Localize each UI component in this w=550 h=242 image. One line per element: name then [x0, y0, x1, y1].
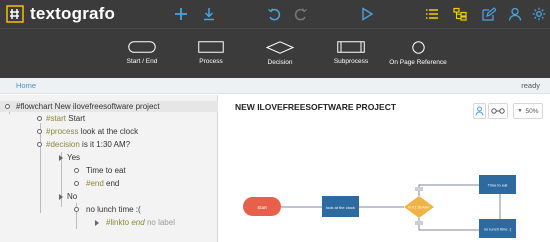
- list-icon[interactable]: [423, 5, 441, 23]
- process-tag: #process: [46, 127, 79, 136]
- app-name: textografo: [30, 4, 116, 23]
- user-icon[interactable]: [506, 5, 524, 23]
- expand-triangle-icon[interactable]: [59, 194, 63, 200]
- end-tag: #end: [86, 179, 104, 188]
- start-end-shape-button[interactable]: Start / End: [118, 29, 166, 79]
- bullet-icon[interactable]: [74, 207, 79, 212]
- editor-line-5[interactable]: Yes: [67, 153, 80, 162]
- settings-icon[interactable]: [530, 5, 548, 23]
- reference-circle-icon: [411, 41, 425, 54]
- editor-line-1[interactable]: #flowchart New ilovefreesoftware project: [16, 102, 160, 111]
- linkto-target: end: [131, 218, 145, 227]
- connector-line: [418, 184, 479, 196]
- decision-text: is it 1:30 AM?: [82, 140, 131, 149]
- guide-line: [40, 123, 41, 213]
- on-page-reference-shape-button[interactable]: On Page Reference: [386, 29, 450, 79]
- breadcrumb-home-link[interactable]: Home: [16, 81, 36, 90]
- editor-line-8[interactable]: No: [67, 192, 77, 201]
- redo-icon[interactable]: [292, 5, 310, 23]
- shape-label: Process: [199, 58, 223, 65]
- decision-tag: #decision: [46, 140, 80, 149]
- end-text: end: [106, 179, 120, 188]
- decision-node-label: is it 1:30 AM?: [408, 206, 429, 210]
- download-icon[interactable]: [200, 5, 218, 23]
- editor-line-3[interactable]: #process look at the clock: [46, 127, 138, 136]
- shape-label: Decision: [267, 59, 293, 66]
- expand-triangle-icon[interactable]: [59, 155, 63, 161]
- eat-node-label: Time to eat: [488, 183, 509, 188]
- connector-label-marker: [415, 221, 423, 225]
- play-icon[interactable]: [358, 5, 376, 23]
- expand-triangle-icon[interactable]: [95, 220, 99, 226]
- guide-line: [9, 112, 10, 114]
- shape-label: Start / End: [126, 58, 158, 65]
- editor-line-6[interactable]: Time to eat: [86, 166, 126, 175]
- bullet-icon[interactable]: [74, 181, 79, 186]
- flowchart-canvas[interactable]: NEW ILOVEFREESOFTWARE PROJECT ▼ 50% Star…: [219, 95, 550, 242]
- start-node-label: Start: [257, 205, 267, 210]
- process-shape-button[interactable]: Process: [188, 29, 234, 79]
- subprocess-shape-button[interactable]: Subprocess: [326, 29, 376, 79]
- connector-line: [418, 218, 479, 231]
- app-logo[interactable]: textografo: [4, 2, 115, 26]
- undo-icon[interactable]: [265, 5, 283, 23]
- logo-icon: [6, 5, 24, 23]
- bullet-icon[interactable]: [37, 142, 42, 147]
- process-shape-icon: [198, 41, 224, 53]
- outline-editor[interactable]: #flowchart New ilovefreesoftware project…: [0, 95, 218, 242]
- breadcrumb-bar: Home ready: [0, 78, 550, 94]
- bullet-icon[interactable]: [74, 168, 79, 173]
- status-text: ready: [521, 81, 540, 90]
- shape-label: Subprocess: [333, 58, 369, 65]
- edit-icon[interactable]: [479, 5, 497, 23]
- hierarchy-icon[interactable]: [451, 5, 469, 23]
- subprocess-shape-icon: [337, 41, 365, 53]
- shape-toolbar: Start / End Process Decision Subprocess …: [0, 28, 550, 78]
- linkto-tag: #linkto: [106, 218, 130, 227]
- process-node-label: look at the clock: [326, 205, 355, 210]
- linkto-label: no label: [146, 218, 175, 227]
- editor-line-7[interactable]: #end end: [86, 179, 119, 188]
- bullet-icon[interactable]: [37, 116, 42, 121]
- editor-line-2[interactable]: #start Start: [46, 114, 85, 123]
- bullet-icon[interactable]: [5, 104, 10, 109]
- editor-line-4[interactable]: #decision is it 1:30 AM?: [46, 140, 130, 149]
- editor-line-10[interactable]: #linkto end no label: [106, 218, 175, 227]
- shape-label: On Page Reference: [389, 59, 447, 66]
- terminal-shape-icon: [128, 41, 156, 53]
- start-text: Start: [68, 114, 86, 123]
- top-bar: textografo: [0, 0, 550, 28]
- start-tag: #start: [46, 114, 67, 123]
- connector-label-marker: [415, 187, 423, 191]
- decision-shape-button[interactable]: Decision: [257, 29, 303, 79]
- editor-line-9[interactable]: no lunch time :(: [86, 205, 141, 214]
- decision-shape-icon: [266, 41, 294, 54]
- flowchart-diagram: Start look at the clock is it 1:30 AM? T…: [243, 175, 516, 238]
- no-lunch-node-label: no lunch time :(: [484, 227, 512, 232]
- add-icon[interactable]: [172, 5, 190, 23]
- bullet-icon[interactable]: [37, 129, 42, 134]
- process-text: look at the clock: [80, 127, 139, 136]
